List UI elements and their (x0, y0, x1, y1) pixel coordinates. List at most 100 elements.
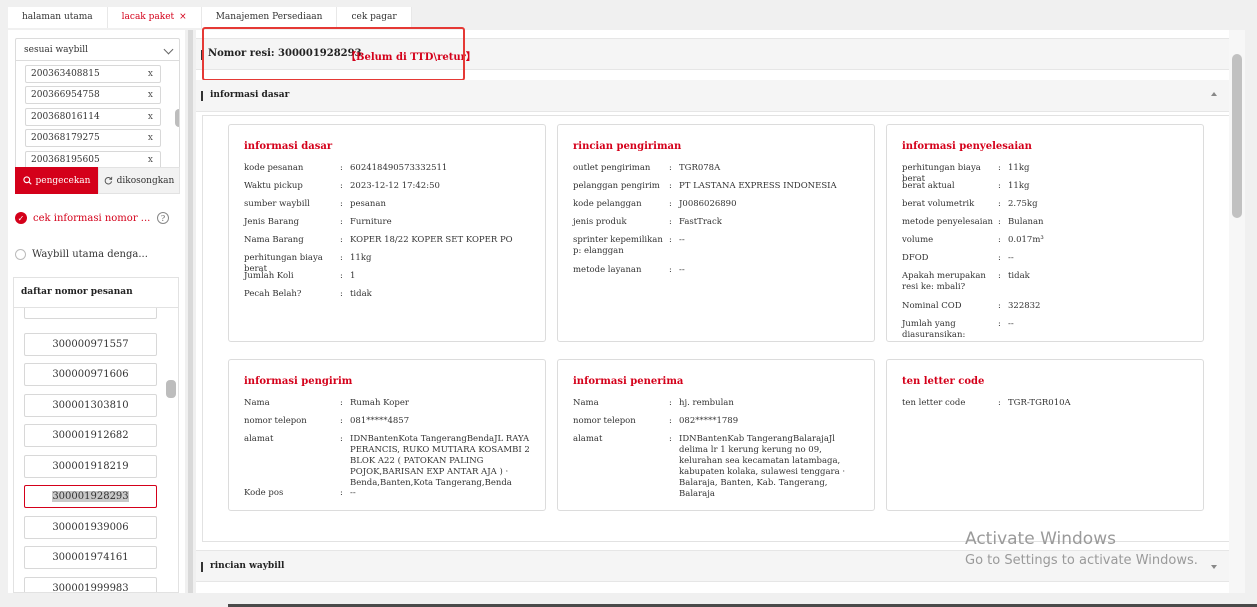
info-colon: : (669, 199, 672, 209)
option-main-waybill[interactable]: Waybill utama denga... (15, 246, 148, 262)
expand-icon[interactable] (1211, 565, 1217, 569)
info-key: alamat (244, 434, 274, 444)
card-title: informasi pengirim (244, 376, 353, 387)
info-value: pesanan (350, 199, 386, 209)
info-key: berat volumetrik (902, 199, 975, 209)
close-icon[interactable]: × (179, 7, 187, 28)
waybill-chip-text: 200363408815 (31, 69, 100, 79)
card-basic-info: informasi dasar kode pesanan:60241849057… (228, 124, 546, 342)
info-value: -- (679, 265, 685, 275)
info-colon: : (340, 217, 343, 227)
info-value: J0086026890 (679, 199, 737, 209)
waybill-input-box[interactable]: 200363408815 x 200366954758 x 200368016114… (15, 60, 180, 168)
tab-lacak-paket[interactable]: lacak paket × (108, 7, 202, 28)
remove-icon[interactable]: x (148, 109, 153, 126)
info-value: 081*****4857 (350, 416, 410, 426)
highlight-box (202, 27, 465, 81)
scrollbar-thumb[interactable] (1232, 54, 1242, 218)
info-value: TGR-TGR010A (1008, 398, 1071, 408)
info-colon: : (998, 181, 1001, 191)
info-colon: : (340, 289, 343, 299)
info-value: Bulanan (1008, 217, 1044, 227)
card-title: rincian pengiriman (573, 141, 682, 152)
info-key: sumber waybill (244, 199, 310, 209)
info-value: Furniture (350, 217, 392, 227)
info-colon: : (669, 163, 672, 173)
tab-label: lacak paket (121, 12, 175, 22)
radio-icon (15, 248, 26, 260)
search-icon (22, 176, 32, 185)
info-colon: : (340, 488, 343, 498)
scrollbar-thumb[interactable] (166, 380, 176, 398)
clear-button-label: dikosongkan (116, 175, 175, 186)
collapse-icon[interactable] (1211, 92, 1217, 96)
order-item[interactable]: 300000971606 (24, 363, 157, 386)
info-colon: : (669, 235, 672, 245)
remove-icon[interactable]: x (148, 87, 153, 104)
scrollbar-thumb[interactable] (175, 109, 179, 127)
info-key: DFOD (902, 253, 929, 263)
info-value: hj. rembulan (679, 398, 734, 408)
pane-divider[interactable] (188, 30, 193, 593)
section-title: rincian waybill (210, 561, 285, 571)
order-item[interactable]: 300001912682 (24, 424, 157, 447)
remove-icon[interactable]: x (148, 152, 153, 167)
info-value: 11kg (1008, 163, 1030, 173)
waybill-chip-text: 200368179275 (31, 133, 100, 143)
card-shipping-details: rincian pengiriman outlet pengiriman: TGR… (557, 124, 875, 342)
order-item[interactable]: 300001974161 (24, 546, 157, 569)
waybill-chip-text: 200368016114 (31, 112, 100, 122)
info-value: -- (679, 235, 685, 245)
order-item[interactable]: 300001939006 (24, 516, 157, 539)
order-item-selected[interactable]: 300001928293 (24, 485, 157, 508)
remove-icon[interactable]: x (148, 66, 153, 83)
tab-cek-pagar[interactable]: cek pagar (337, 7, 412, 28)
tab-halaman-utama[interactable]: halaman utama (8, 7, 108, 28)
info-value: 322832 (1008, 301, 1041, 311)
info-key: sprinter kepemilikan p: elanggan (573, 235, 663, 256)
info-key: Nama (244, 398, 270, 408)
card-receiver-info: informasi penerima Nama: hj. rembulan nom… (557, 359, 875, 511)
info-value: 602418490573332511 (350, 163, 448, 173)
info-colon: : (669, 265, 672, 275)
info-key: metode layanan (573, 265, 642, 275)
info-key: pelanggan pengirim (573, 181, 660, 191)
info-key: Nama (573, 398, 599, 408)
option-check-info[interactable]: ✓ cek informasi nomor ... (15, 210, 150, 226)
search-type-select[interactable]: sesuai waybill (15, 38, 180, 62)
waybill-chip: 200368195605 x (25, 151, 161, 167)
remove-icon[interactable]: x (148, 130, 153, 147)
card-title: informasi penerima (573, 376, 684, 387)
section-marker (201, 91, 203, 101)
help-icon[interactable]: ? (157, 212, 169, 224)
order-item[interactable]: 300001999983 (24, 577, 157, 592)
info-value: 0.017m³ (1008, 235, 1044, 245)
tab-label: Manajemen Persediaan (215, 12, 323, 22)
clear-button[interactable]: dikosongkan (98, 167, 180, 194)
waybill-chip: 200368016114 x (25, 108, 161, 126)
order-item[interactable]: 300000971557 (24, 333, 157, 356)
tab-manajemen-persediaan[interactable]: Manajemen Persediaan (202, 7, 338, 28)
info-value: 082*****1789 (679, 416, 739, 426)
waybill-chip: 200363408815 x (25, 65, 161, 83)
info-value: 2.75kg (1008, 199, 1038, 209)
detail-panel: Nomor resi: 300001928293 【Belum di TTD\r… (196, 27, 1241, 593)
waybill-chip-text: 200368195605 (31, 155, 100, 165)
info-key: ten letter code (902, 398, 966, 408)
option-label: cek informasi nomor ... (33, 212, 151, 224)
info-key: Jenis Barang (244, 217, 300, 227)
order-item[interactable]: 300001918219 (24, 455, 157, 478)
info-colon: : (669, 181, 672, 191)
basic-info-section: informasi dasar kode pesanan: 60241849057… (202, 115, 1231, 542)
order-item-partial[interactable] (24, 308, 157, 319)
tabs: halaman utama lacak paket × Manajemen Per… (8, 7, 412, 28)
order-list: 300000971557 300000971606 300001303810 3… (13, 307, 179, 593)
check-button[interactable]: pengecekan (15, 167, 98, 194)
info-key: Waktu pickup (244, 181, 303, 191)
info-colon: : (340, 235, 343, 245)
info-colon: : (669, 434, 672, 444)
section-title: informasi dasar (210, 90, 290, 100)
info-value: -- (350, 488, 356, 498)
order-item[interactable]: 300001303810 (24, 394, 157, 417)
section-header-basic[interactable]: informasi dasar (196, 80, 1229, 112)
